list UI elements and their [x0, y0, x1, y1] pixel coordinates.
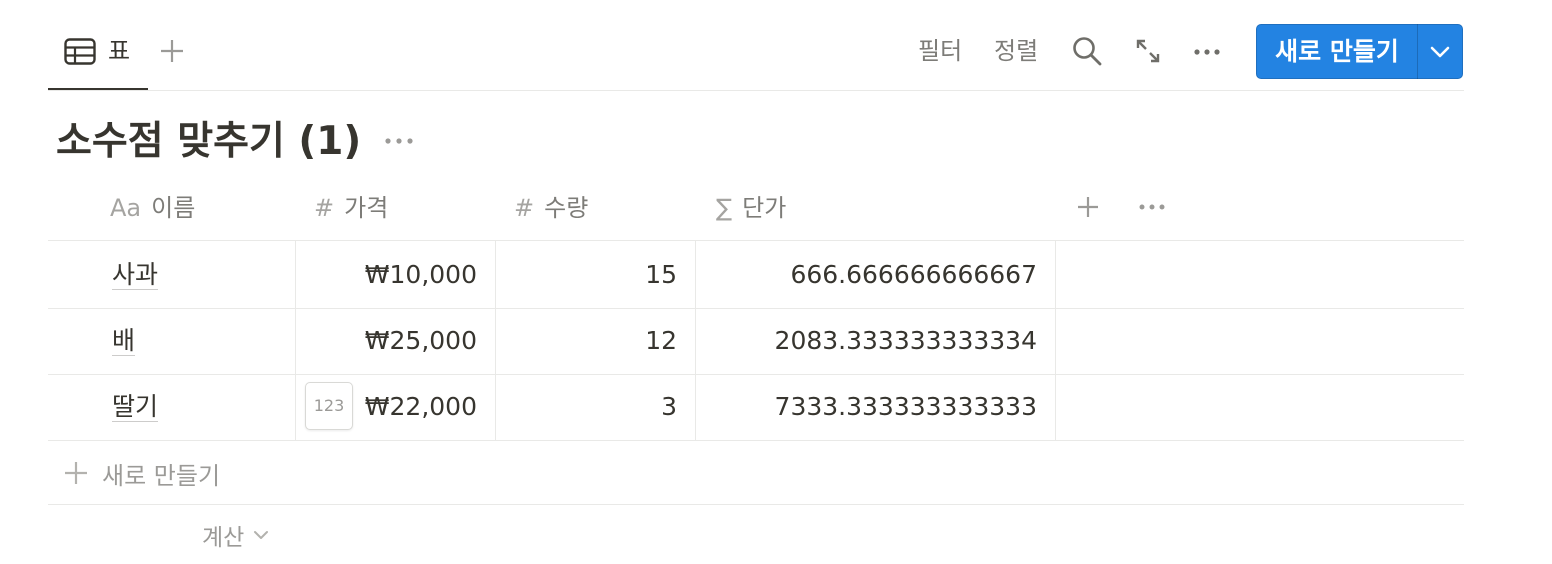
column-header-label: 수량 — [544, 194, 589, 222]
calculate-button[interactable]: 계산 — [202, 518, 270, 552]
filter-button[interactable]: 필터 — [918, 34, 962, 68]
row-name[interactable]: 딸기 — [112, 392, 159, 422]
sort-button[interactable]: 정렬 — [994, 34, 1038, 68]
page-title[interactable]: 소수점 맞추기 (1) — [56, 116, 361, 168]
column-header-label: 단가 — [742, 194, 787, 222]
row-name[interactable]: 배 — [112, 326, 136, 356]
table-row-name-cell[interactable]: 배 — [112, 324, 136, 358]
row-name[interactable]: 사과 — [112, 260, 159, 290]
row-divider — [48, 440, 1464, 441]
number-icon: # — [514, 194, 535, 222]
add-row-button[interactable]: 새로 만들기 — [62, 456, 220, 490]
search-icon[interactable] — [1070, 34, 1104, 68]
table-header-divider — [48, 240, 1464, 241]
column-divider — [295, 241, 296, 440]
table-row-price-cell[interactable]: ₩25,000 — [300, 324, 477, 358]
column-divider — [495, 241, 496, 440]
table-row-unit-price-cell[interactable]: 7333.333333333333 — [700, 390, 1037, 424]
column-header-quantity[interactable]: # 수량 — [514, 190, 588, 226]
column-header-label: 이름 — [151, 194, 196, 222]
tab-label: 표 — [108, 37, 131, 65]
column-header-name[interactable]: Aa 이름 — [110, 190, 195, 226]
title-more-icon[interactable] — [381, 126, 417, 156]
table-row-quantity-cell[interactable]: 15 — [500, 258, 677, 292]
chevron-down-icon — [254, 531, 269, 539]
number-icon: # — [314, 194, 335, 222]
table-icon — [64, 38, 96, 66]
toolbar-divider — [48, 90, 1464, 91]
column-header-label: 가격 — [344, 194, 389, 222]
add-view-icon[interactable] — [158, 36, 186, 66]
table-row-unit-price-cell[interactable]: 666.666666666667 — [700, 258, 1037, 292]
table-row-unit-price-cell[interactable]: 2083.333333333334 — [700, 324, 1037, 358]
expand-icon[interactable] — [1131, 34, 1165, 68]
tab-table-view[interactable] — [48, 22, 148, 92]
table-row-quantity-cell[interactable]: 12 — [500, 324, 677, 358]
column-header-unit-price[interactable]: ∑ 단가 — [716, 190, 786, 226]
new-button-dropdown[interactable] — [1418, 24, 1462, 79]
table-row-name-cell[interactable]: 딸기 — [112, 390, 159, 424]
chevron-down-icon — [1430, 46, 1450, 57]
more-options-icon[interactable] — [1190, 34, 1224, 68]
table-row-price-cell[interactable]: ₩10,000 — [300, 258, 477, 292]
add-column-icon[interactable] — [1074, 192, 1102, 222]
text-type-icon: Aa — [110, 194, 142, 222]
formula-icon: ∑ — [716, 194, 733, 222]
row-divider — [48, 374, 1464, 375]
column-divider — [695, 241, 696, 440]
table-row-quantity-cell[interactable]: 3 — [500, 390, 677, 424]
column-more-icon[interactable] — [1136, 192, 1168, 222]
footer-divider — [48, 504, 1464, 505]
new-button-label[interactable]: 새로 만들기 — [1257, 24, 1417, 79]
number-format-button[interactable]: 123 — [305, 382, 353, 430]
plus-icon — [65, 462, 87, 484]
calculate-label: 계산 — [202, 525, 245, 551]
table-row-name-cell[interactable]: 사과 — [112, 258, 159, 292]
row-divider — [48, 308, 1464, 309]
add-row-label: 새로 만들기 — [102, 461, 221, 490]
new-button[interactable]: 새로 만들기 — [1256, 24, 1463, 79]
column-divider — [1055, 241, 1056, 440]
column-header-price[interactable]: # 가격 — [314, 190, 388, 226]
